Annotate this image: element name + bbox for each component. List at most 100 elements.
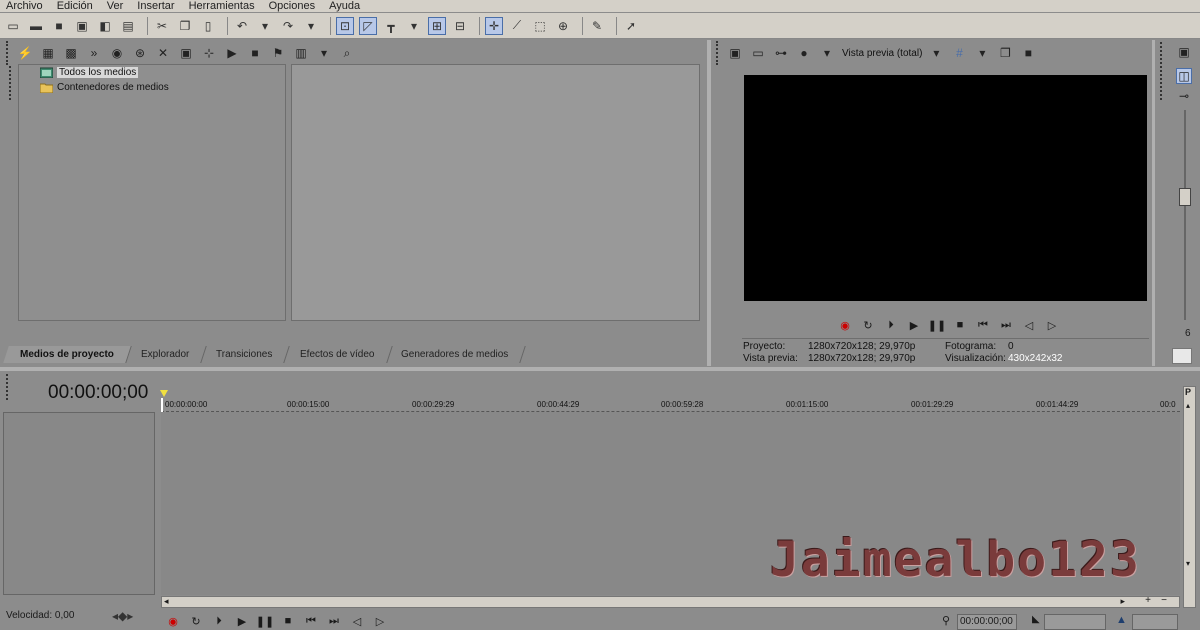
- menu-ayuda[interactable]: Ayuda: [329, 1, 360, 12]
- panel-divider[interactable]: [707, 40, 711, 366]
- save-as-icon[interactable]: ▣: [73, 17, 91, 35]
- go-to-start-icon[interactable]: ⏮: [304, 614, 318, 628]
- auto-preview-icon[interactable]: ⚑: [270, 45, 286, 61]
- prev-frame-icon[interactable]: ◁: [1022, 318, 1036, 332]
- ripple-icon[interactable]: ┳: [382, 17, 400, 35]
- overlays-icon[interactable]: #: [951, 45, 967, 61]
- fx-dropdown-icon[interactable]: ▾: [819, 45, 835, 61]
- panel-grip[interactable]: [9, 66, 12, 100]
- properties-icon[interactable]: ▤: [119, 17, 137, 35]
- pin-icon[interactable]: P: [1185, 387, 1191, 397]
- panel-divider[interactable]: [1152, 40, 1155, 366]
- record-icon[interactable]: ◉: [838, 318, 852, 332]
- import-media-icon[interactable]: ⚡: [17, 45, 33, 61]
- copy-snapshot-icon[interactable]: ❐: [997, 45, 1013, 61]
- lock-envelopes-icon[interactable]: ⊞: [428, 16, 446, 35]
- play-icon[interactable]: ▶: [224, 45, 240, 61]
- menu-edicion[interactable]: Edición: [57, 1, 93, 12]
- save-snapshot-icon[interactable]: ■: [1020, 45, 1036, 61]
- overlays-dropdown-icon[interactable]: ▾: [974, 45, 990, 61]
- cursor-timecode-field[interactable]: 00:00:00;00: [957, 614, 1017, 630]
- menu-opciones[interactable]: Opciones: [269, 1, 315, 12]
- quality-dropdown-icon[interactable]: ▾: [928, 45, 944, 61]
- get-photo-icon[interactable]: ▩: [63, 45, 79, 61]
- media-fx-icon[interactable]: ◉: [109, 45, 125, 61]
- search-media-icon[interactable]: ⊛: [132, 45, 148, 61]
- media-contents-pane[interactable]: [291, 64, 700, 321]
- preview-quality-select[interactable]: Vista previa (total): [842, 48, 922, 59]
- play-icon[interactable]: ▶: [235, 614, 249, 628]
- panel-grip[interactable]: [1160, 42, 1163, 100]
- panel-grip[interactable]: [716, 41, 719, 65]
- pause-icon[interactable]: ❚❚: [256, 614, 274, 628]
- scroll-down-icon[interactable]: ▾: [1186, 559, 1190, 568]
- loop-icon[interactable]: ↻: [861, 318, 875, 332]
- zoom-tool-icon[interactable]: ⊕: [554, 17, 572, 35]
- master-bus-icon[interactable]: ◫: [1176, 68, 1192, 84]
- playhead[interactable]: [161, 398, 163, 412]
- cut-icon[interactable]: ✂: [153, 17, 171, 35]
- selection-length-field[interactable]: [1044, 614, 1106, 630]
- zoom-out-icon[interactable]: −: [1161, 595, 1167, 606]
- subclip-icon[interactable]: ⊹: [201, 45, 217, 61]
- tab-media-generators[interactable]: Generadores de medios: [384, 346, 527, 363]
- tree-item-all-media[interactable]: Todos los medios: [40, 67, 139, 78]
- go-to-end-icon[interactable]: ⏭: [999, 318, 1013, 332]
- go-to-end-icon[interactable]: ⏭: [327, 614, 341, 628]
- undo-icon[interactable]: ↶: [233, 17, 251, 35]
- preview-properties-icon[interactable]: ▣: [727, 45, 743, 61]
- menu-ver[interactable]: Ver: [107, 1, 124, 12]
- zoom-in-icon[interactable]: +: [1145, 595, 1151, 606]
- stop-icon[interactable]: ■: [281, 614, 295, 628]
- trimmer-icon[interactable]: ▣: [1176, 44, 1192, 60]
- panel-grip[interactable]: [6, 41, 9, 65]
- selection-end-field[interactable]: [1132, 614, 1178, 630]
- redo-icon[interactable]: ↷: [279, 17, 297, 35]
- preview-fx-icon[interactable]: ●: [796, 45, 812, 61]
- ripple-dropdown-icon[interactable]: ▾: [405, 17, 423, 35]
- copy-icon[interactable]: ❐: [176, 17, 194, 35]
- snap-icon[interactable]: ⊡: [336, 16, 354, 35]
- tab-project-media[interactable]: Medios de proyecto: [3, 346, 132, 363]
- track-header-area[interactable]: [3, 412, 155, 595]
- split-screen-icon[interactable]: ⊶: [773, 45, 789, 61]
- auto-crossfade-icon[interactable]: ◸: [359, 16, 377, 35]
- new-file-icon[interactable]: ▭: [4, 17, 22, 35]
- timeline-ruler[interactable]: 00:00:00:00 00:00:15:00 00:00:29:29 00:0…: [161, 398, 1180, 412]
- brush-icon[interactable]: ✎: [588, 17, 606, 35]
- render-icon[interactable]: ◧: [96, 17, 114, 35]
- menu-archivo[interactable]: Archivo: [6, 1, 43, 12]
- tab-transitions[interactable]: Transiciones: [199, 346, 291, 363]
- scroll-up-icon[interactable]: ▴: [1186, 401, 1190, 410]
- tab-explorer[interactable]: Explorador: [124, 346, 208, 363]
- stop-icon[interactable]: ■: [953, 318, 967, 332]
- envelope-tool-icon[interactable]: ⟋: [508, 17, 526, 35]
- open-folder-icon[interactable]: ▬: [27, 17, 45, 35]
- cursor-marker-icon[interactable]: [160, 390, 168, 397]
- next-frame-icon[interactable]: ▷: [1045, 318, 1059, 332]
- remove-icon[interactable]: ✕: [155, 45, 171, 61]
- go-to-start-icon[interactable]: ⏮: [976, 318, 990, 332]
- loop-icon[interactable]: ↻: [189, 614, 203, 628]
- play-icon[interactable]: ▶: [907, 318, 921, 332]
- search-icon[interactable]: ⌕: [339, 45, 355, 61]
- scroll-right-icon[interactable]: ▸: [1120, 596, 1125, 607]
- save-icon[interactable]: ■: [50, 17, 68, 35]
- play-from-start-icon[interactable]: ⏵: [212, 614, 226, 628]
- tab-video-fx[interactable]: Efectos de vídeo: [282, 346, 392, 363]
- video-preview-screen[interactable]: [744, 75, 1147, 301]
- play-from-start-icon[interactable]: ⏵: [884, 318, 898, 332]
- undo-dropdown-icon[interactable]: ▾: [256, 17, 274, 35]
- menu-insertar[interactable]: Insertar: [137, 1, 174, 12]
- media-properties-icon[interactable]: ▣: [178, 45, 194, 61]
- next-frame-icon[interactable]: ▷: [373, 614, 387, 628]
- shuttle-control-icon[interactable]: ◂◆▸: [112, 609, 133, 623]
- tree-item-media-bins[interactable]: Contenedores de medios: [40, 82, 169, 93]
- paste-icon[interactable]: ▯: [199, 17, 217, 35]
- selection-tool-icon[interactable]: ⬚: [531, 17, 549, 35]
- timeline-vertical-scrollbar[interactable]: P ▴ ▾: [1183, 386, 1196, 608]
- record-icon[interactable]: ◉: [166, 614, 180, 628]
- fader-icon[interactable]: ⊸: [1176, 88, 1192, 104]
- views-icon[interactable]: ▥: [293, 45, 309, 61]
- timeline-divider[interactable]: [0, 367, 1200, 371]
